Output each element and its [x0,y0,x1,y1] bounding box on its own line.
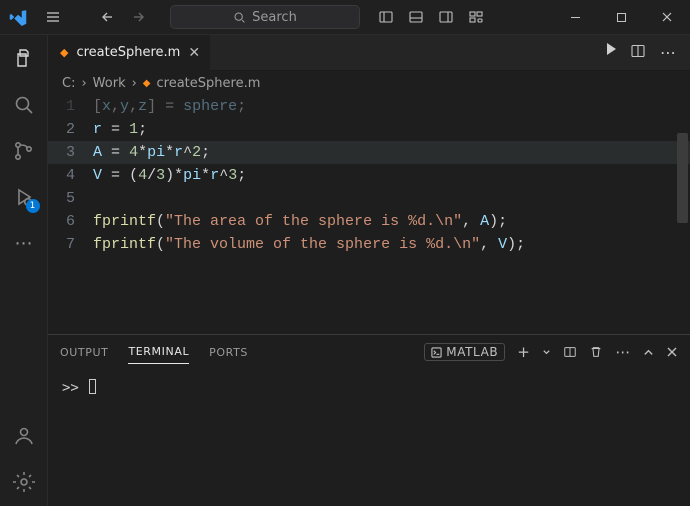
run-debug-icon[interactable]: 1 [10,183,38,211]
tab-bar: ◆ createSphere.m ✕ ⋯ [48,35,690,71]
breadcrumb-part[interactable]: C: [62,76,75,91]
layout-panel-bottom-icon[interactable] [408,9,424,25]
window-close-icon[interactable] [644,0,690,35]
editor-more-icon[interactable]: ⋯ [660,43,676,62]
split-editor-icon[interactable] [630,43,646,62]
breadcrumb-part[interactable]: Work [93,76,126,91]
chevron-right-icon: › [81,76,86,91]
line-number: 3 [48,141,93,164]
nav-forward-icon[interactable] [130,9,146,25]
breadcrumb[interactable]: C: › Work › ◆ createSphere.m [48,71,690,95]
tab-output[interactable]: OUTPUT [60,341,108,364]
line-number: 2 [48,118,93,141]
terminal-cursor [89,379,96,394]
search-input[interactable]: Search [170,5,360,29]
source-control-icon[interactable] [10,137,38,165]
terminal-kernel-selector[interactable]: MATLAB [424,343,505,361]
editor-group: ◆ createSphere.m ✕ ⋯ C: › Work › ◆ creat… [48,35,690,506]
layout-customize-icon[interactable] [468,9,484,25]
matlab-file-icon: ◆ [143,78,151,89]
search-placeholder: Search [252,10,297,25]
panel-split-icon[interactable] [563,345,577,359]
layout-sidebar-right-icon[interactable] [438,9,454,25]
bottom-panel: OUTPUT TERMINAL PORTS MATLAB + ⋯ [48,334,690,506]
kernel-label: MATLAB [446,345,498,359]
panel-close-icon[interactable] [666,346,678,358]
layout-sidebar-left-icon[interactable] [378,9,394,25]
tab-terminal[interactable]: TERMINAL [128,340,189,364]
line-number: 4 [48,164,93,187]
settings-gear-icon[interactable] [10,468,38,496]
tab-ports[interactable]: PORTS [209,341,248,364]
panel-more-icon[interactable]: ⋯ [615,343,631,361]
tab-label: createSphere.m [76,45,180,60]
search-icon [233,11,246,24]
window-minimize-icon[interactable] [552,0,598,35]
code-editor[interactable]: 1 [x,y,z] = sphere; 2 r = 1; 3 A = 4*pi*… [48,95,690,334]
activity-bar: 1 ⋯ [0,35,48,506]
nav-back-icon[interactable] [100,9,116,25]
line-number: 1 [48,95,93,118]
line-number: 5 [48,187,93,210]
breadcrumb-part[interactable]: createSphere.m [157,76,261,91]
line-number: 7 [48,233,93,256]
hamburger-menu-icon[interactable] [35,9,70,25]
vscode-logo [0,8,35,26]
terminal-body[interactable]: >> [48,369,690,506]
tab-close-icon[interactable]: ✕ [188,45,200,61]
kill-terminal-icon[interactable] [589,345,603,359]
chevron-right-icon: › [132,76,137,91]
title-bar: Search [0,0,690,35]
run-file-icon[interactable] [607,43,616,62]
panel-maximize-icon[interactable] [643,347,654,358]
new-terminal-icon[interactable]: + [517,343,530,361]
matlab-file-icon: ◆ [60,46,68,59]
terminal-dropdown-icon[interactable] [542,348,551,357]
terminal-icon [431,347,442,358]
line-number: 6 [48,210,93,233]
explorer-icon[interactable] [10,45,38,73]
badge: 1 [26,199,40,213]
account-icon[interactable] [10,422,38,450]
search-activity-icon[interactable] [10,91,38,119]
terminal-prompt: >> [62,380,79,396]
window-maximize-icon[interactable] [598,0,644,35]
tab-createSphere[interactable]: ◆ createSphere.m ✕ [48,35,211,71]
more-activity-icon[interactable]: ⋯ [10,229,38,257]
editor-scrollbar[interactable] [677,133,688,223]
